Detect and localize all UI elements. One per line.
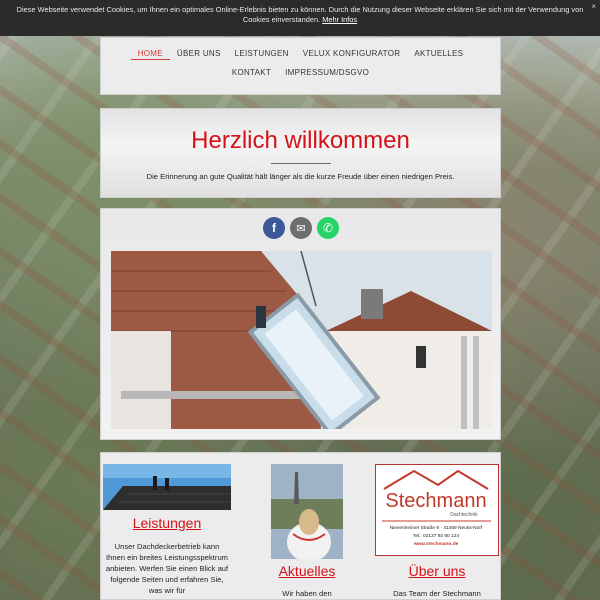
email-icon[interactable]: ✉ [290, 217, 312, 239]
ueber-uns-text: Das Team der Stechmann [393, 589, 481, 598]
logo-address: Nievenheimer Straße 9 · 41469 Neuss-Norf [390, 525, 483, 531]
aktuelles-text: Wir haben den [282, 589, 332, 598]
column-ueber-uns: Über uns Das Team der Stechmann [375, 563, 499, 599]
leistungen-photo [103, 464, 231, 510]
main-navigation: HOME ÜBER UNS LEISTUNGEN VELUX KONFIGURA… [100, 37, 501, 118]
close-icon[interactable]: × [591, 2, 596, 12]
aktuelles-photo [271, 464, 343, 559]
facebook-icon[interactable]: f [263, 217, 285, 239]
column-aktuelles: Aktuelles Wir haben den [252, 453, 362, 599]
leistungen-text: Unser Dachdeckerbetrieb kann Ihnen ein b… [105, 542, 229, 595]
nav-item-home[interactable]: HOME [130, 46, 170, 60]
whatsapp-icon[interactable]: ✆ [317, 217, 339, 239]
nav-item-ueber-uns[interactable]: ÜBER UNS [170, 46, 228, 65]
share-buttons: f ✉ ✆ [263, 217, 339, 239]
stechmann-logo: Stechmann Dachtechnik Nievenheimer Straß… [375, 464, 499, 556]
logo-tagline: Dachtechnik [450, 512, 478, 518]
logo-name: Stechmann [385, 490, 486, 512]
aktuelles-link[interactable]: Aktuelles [252, 563, 362, 579]
column-leistungen: Leistungen Unser Dachdeckerbetrieb kann … [103, 453, 231, 596]
nav-item-leistungen[interactable]: LEISTUNGEN [228, 46, 296, 65]
nav-item-velux-konfigurator[interactable]: VELUX KONFIGURATOR [296, 46, 408, 65]
cookie-more-info-link[interactable]: Mehr Infos [322, 15, 357, 24]
cookie-text: Diese Webseite verwendet Cookies, um Ihn… [16, 5, 584, 24]
nav-item-aktuelles[interactable]: AKTUELLES [407, 46, 470, 65]
welcome-section: Herzlich willkommen Die Erinnerung an gu… [100, 108, 501, 198]
nav-item-impressum[interactable]: IMPRESSUM/DSGVO [278, 65, 376, 84]
ueber-uns-link[interactable]: Über uns [375, 563, 499, 579]
feature-columns: Leistungen Unser Dachdeckerbetrieb kann … [100, 452, 501, 600]
title-divider [270, 163, 331, 164]
nav-item-kontakt[interactable]: KONTAKT [225, 65, 278, 84]
roof-window-install-photo [111, 251, 492, 429]
page-title: Herzlich willkommen [191, 127, 410, 154]
logo-phone: Tel.: 02137 92 80 124 [413, 533, 459, 539]
cookie-banner: Diese Webseite verwendet Cookies, um Ihn… [0, 0, 600, 36]
welcome-subtitle: Die Erinnerung an gute Qualität hält län… [146, 172, 455, 181]
leistungen-link[interactable]: Leistungen [103, 515, 231, 531]
share-and-photo-section: f ✉ ✆ [100, 208, 501, 440]
logo-web: www.stechmann.de [413, 541, 459, 547]
